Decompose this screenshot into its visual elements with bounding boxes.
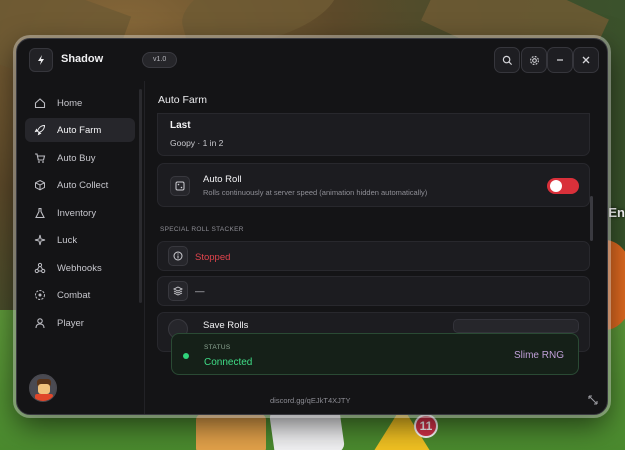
sidebar-item-label: Webhooks xyxy=(57,262,102,274)
stack-value: — xyxy=(195,286,205,297)
last-card: Last Goopy · 1 in 2 xyxy=(157,113,590,156)
resize-icon xyxy=(588,395,598,405)
minimize-button[interactable] xyxy=(547,47,573,73)
sidebar-item-auto-buy[interactable]: Auto Buy xyxy=(25,146,135,170)
webhook-icon xyxy=(33,261,47,275)
sidebar-item-label: Combat xyxy=(57,289,91,301)
auto-roll-toggle[interactable] xyxy=(547,178,579,194)
minimize-icon xyxy=(557,59,563,61)
sidebar-item-label: Auto Farm xyxy=(57,124,102,136)
search-button[interactable] xyxy=(494,47,520,73)
info-icon xyxy=(168,246,188,266)
rocket-icon xyxy=(33,123,47,137)
sidebar-item-auto-farm[interactable]: Auto Farm xyxy=(25,118,135,142)
close-icon xyxy=(582,56,590,64)
logo-icon xyxy=(29,48,53,72)
gear-icon xyxy=(529,55,539,65)
game-name: Slime RNG xyxy=(513,350,564,361)
sidebar-item-inventory[interactable]: Inventory xyxy=(25,201,135,225)
app-title: Shadow xyxy=(61,53,104,65)
app-window: Shadow v1.0 Home Auto Farm Auto Buy Auto… xyxy=(16,38,608,415)
notification-badge: 11 xyxy=(414,414,438,438)
discord-link[interactable]: discord.gg/qEJkT4XJTY xyxy=(270,396,350,405)
home-icon xyxy=(33,96,47,110)
sidebar-item-label: Inventory xyxy=(57,207,97,219)
target-icon xyxy=(33,288,47,302)
dice-icon xyxy=(170,176,190,196)
sidebar-item-label: Player xyxy=(57,317,84,329)
save-rolls-title: Save Rolls xyxy=(203,320,249,331)
page-title: Auto Farm xyxy=(158,94,208,106)
stopped-card: Stopped xyxy=(157,241,590,271)
flask-icon xyxy=(33,206,47,220)
last-title: Last xyxy=(170,120,191,131)
sidebar-item-label: Home xyxy=(57,97,83,109)
sidebar-item-label: Auto Buy xyxy=(57,152,96,164)
sidebar-scrollbar[interactable] xyxy=(139,89,142,303)
settings-button[interactable] xyxy=(521,47,547,73)
sidebar-item-player[interactable]: Player xyxy=(25,311,135,335)
stack-card: — xyxy=(157,276,590,306)
resize-handle[interactable] xyxy=(587,394,599,406)
box-icon xyxy=(33,178,47,192)
sidebar-item-label: Luck xyxy=(57,234,78,246)
content-scrollbar[interactable] xyxy=(590,196,593,241)
title-bar[interactable]: Shadow v1.0 xyxy=(17,39,607,81)
sidebar: Home Auto Farm Auto Buy Auto Collect Inv… xyxy=(25,89,143,344)
version-badge: v1.0 xyxy=(142,52,178,68)
sidebar-item-auto-collect[interactable]: Auto Collect xyxy=(25,173,135,197)
layers-icon xyxy=(168,281,188,301)
auto-roll-title: Auto Roll xyxy=(203,174,242,185)
last-value: Goopy · 1 in 2 xyxy=(170,138,224,148)
content-scroll-area[interactable]: Last Goopy · 1 in 2 Auto Roll Rolls cont… xyxy=(157,113,593,363)
section-label: SPECIAL ROLL STACKER xyxy=(160,226,244,233)
stopped-text: Stopped xyxy=(195,252,231,263)
crate xyxy=(196,414,266,450)
toggle-knob xyxy=(550,180,562,192)
status-indicator xyxy=(183,353,189,359)
status-card: STATUS Connected Slime RNG xyxy=(171,333,579,375)
sparkle-icon xyxy=(33,233,47,247)
user-icon xyxy=(33,316,47,330)
auto-roll-description: Rolls continuously at server speed (anim… xyxy=(203,188,428,197)
sidebar-item-luck[interactable]: Luck xyxy=(25,228,135,252)
save-rolls-dropdown[interactable] xyxy=(453,319,579,333)
sidebar-item-webhooks[interactable]: Webhooks xyxy=(25,256,135,280)
avatar[interactable] xyxy=(29,374,57,402)
status-value: Connected xyxy=(204,357,253,368)
sidebar-item-label: Auto Collect xyxy=(57,179,109,191)
search-icon xyxy=(502,55,512,65)
cart-icon xyxy=(33,151,47,165)
close-button[interactable] xyxy=(573,47,599,73)
auto-roll-card: Auto Roll Rolls continuously at server s… xyxy=(157,163,590,207)
sidebar-item-combat[interactable]: Combat xyxy=(25,283,135,307)
sidebar-item-home[interactable]: Home xyxy=(25,91,135,115)
main-panel: Auto Farm Last Goopy · 1 in 2 Auto Roll … xyxy=(145,81,607,414)
status-label: STATUS xyxy=(204,344,231,351)
